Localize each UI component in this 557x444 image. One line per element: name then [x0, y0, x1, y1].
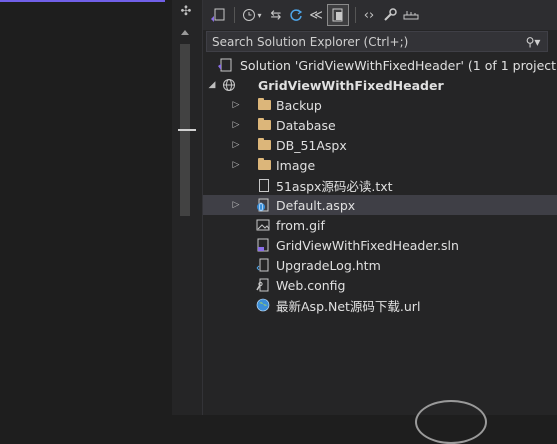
preview-icon[interactable]	[402, 4, 420, 26]
image-file-icon	[255, 217, 271, 233]
tree-item-database[interactable]: ▷ Database	[203, 115, 557, 135]
solution-label: Solution 'GridViewWithFixedHeader' (1 of…	[240, 57, 557, 73]
tree-item-label: Default.aspx	[276, 197, 356, 213]
chevron-down-icon[interactable]: ◢	[207, 75, 217, 95]
tree-item-label: DB_51Aspx	[276, 137, 347, 153]
split-icon[interactable]: ✣	[178, 4, 194, 20]
view-code-icon[interactable]: ‹›	[360, 4, 378, 26]
scroll-position-marker	[178, 129, 196, 131]
tree-item-label: Database	[276, 117, 336, 133]
editor-scrollbar[interactable]: ✣	[172, 0, 203, 415]
htm-file-icon	[255, 257, 271, 273]
tree-item-db-51aspx[interactable]: ▷ DB_51Aspx	[203, 135, 557, 155]
properties-icon[interactable]	[380, 4, 400, 26]
text-file-icon	[256, 177, 272, 193]
tree-item-label: 51aspx源码必读.txt	[276, 178, 393, 194]
solution-explorer-toolbar: ▾ ⇆ ≪ ‹›	[203, 0, 557, 30]
folder-icon	[256, 157, 272, 173]
active-tab-indicator	[0, 0, 165, 2]
tree-item-label: Backup	[276, 97, 322, 113]
tree-item-solution[interactable]: Solution 'GridViewWithFixedHeader' (1 of…	[203, 55, 557, 75]
config-file-icon	[255, 277, 271, 293]
chevron-right-icon[interactable]: ▷	[231, 195, 241, 215]
aspx-file-icon	[255, 197, 271, 213]
url-file-icon	[255, 297, 271, 313]
chevron-right-icon[interactable]: ▷	[231, 135, 241, 155]
search-box[interactable]: ⚲▾	[206, 31, 548, 52]
tree-item-label: Web.config	[276, 277, 346, 293]
search-input[interactable]	[207, 33, 519, 50]
collapse-all-icon[interactable]: ≪	[307, 4, 325, 26]
tree-item-label: GridViewWithFixedHeader.sln	[276, 237, 459, 253]
tree-item-url[interactable]: 最新Asp.Net源码下载.url	[203, 295, 557, 315]
folder-icon	[256, 117, 272, 133]
tree-item-sln[interactable]: GridViewWithFixedHeader.sln	[203, 235, 557, 255]
chevron-right-icon[interactable]: ▷	[231, 115, 241, 135]
chevron-right-icon[interactable]: ▷	[231, 95, 241, 115]
web-project-icon	[221, 77, 237, 93]
folder-icon	[256, 137, 272, 153]
tree-item-image[interactable]: ▷ Image	[203, 155, 557, 175]
tree-item-from-gif[interactable]: from.gif	[203, 215, 557, 235]
solution-file-icon	[255, 237, 271, 253]
history-icon[interactable]: ▾	[239, 4, 265, 26]
tree-item-project[interactable]: ◢ GridViewWithFixedHeader	[203, 75, 557, 95]
tree-item-upgradelog[interactable]: UpgradeLog.htm	[203, 255, 557, 275]
editor-area	[0, 0, 172, 415]
home-icon[interactable]	[208, 4, 228, 26]
project-label: GridViewWithFixedHeader	[258, 77, 444, 93]
tree-item-label: from.gif	[276, 217, 325, 233]
tree-item-label: 最新Asp.Net源码下载.url	[276, 298, 421, 314]
tree-item-label: Image	[276, 157, 316, 173]
solution-explorer: ▾ ⇆ ≪ ‹› ⚲▾ Solution 'GridViewWithFixedH…	[203, 0, 557, 415]
chevron-right-icon[interactable]: ▷	[231, 155, 241, 175]
tree-item-backup[interactable]: ▷ Backup	[203, 95, 557, 115]
folder-icon	[256, 97, 272, 113]
tree-item-readme[interactable]: 51aspx源码必读.txt	[203, 175, 557, 195]
tree-item-label: UpgradeLog.htm	[276, 257, 381, 273]
refresh-icon[interactable]	[287, 4, 305, 26]
cursor-indicator	[415, 400, 487, 444]
tree-item-default-aspx[interactable]: ▷ Default.aspx	[203, 195, 557, 215]
solution-icon	[217, 57, 233, 73]
scroll-up-icon[interactable]	[181, 30, 189, 35]
sync-icon[interactable]: ⇆	[267, 4, 285, 26]
show-all-files-icon[interactable]	[327, 4, 349, 26]
search-icon[interactable]: ⚲▾	[519, 35, 547, 49]
tree-item-webconfig[interactable]: Web.config	[203, 275, 557, 295]
